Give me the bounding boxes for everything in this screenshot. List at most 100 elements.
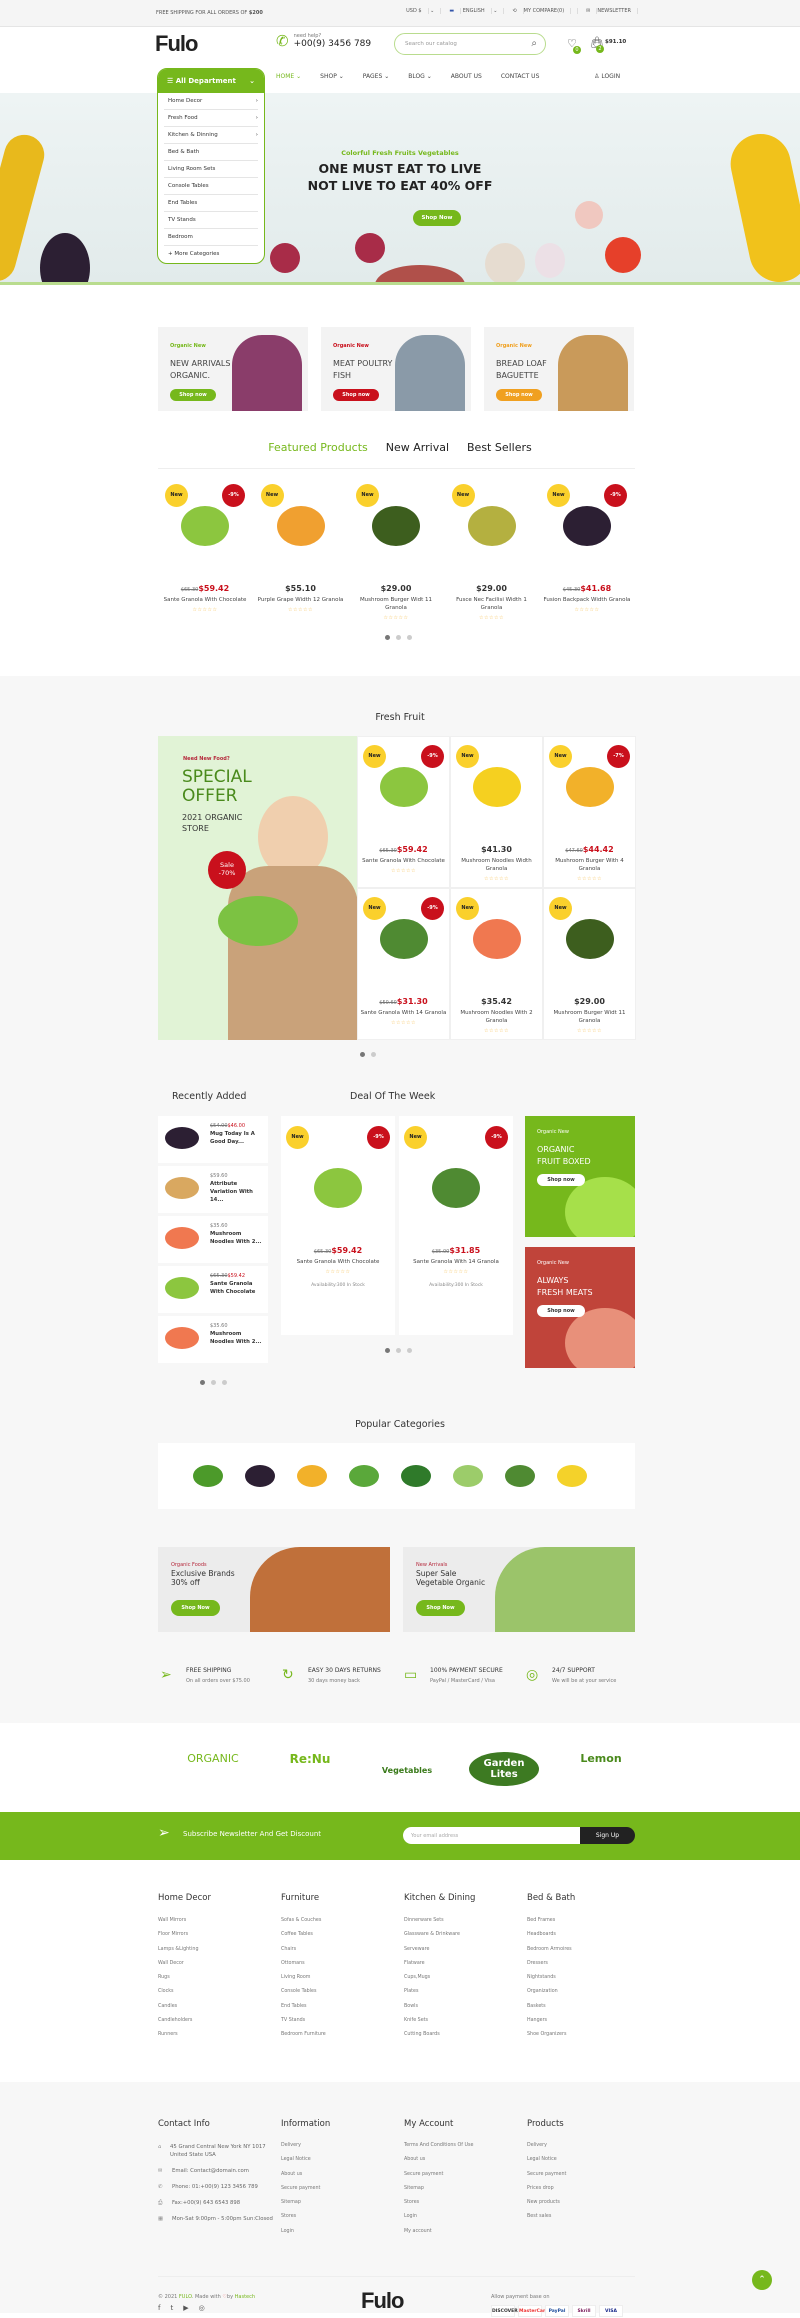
- nav-item[interactable]: HOME ⌄: [276, 73, 301, 80]
- carousel-dots[interactable]: [385, 635, 412, 640]
- wide-banner[interactable]: New Arrivals Super Sale Vegetable Organic…: [403, 1547, 635, 1632]
- carousel-dots[interactable]: [200, 1380, 227, 1385]
- product-name[interactable]: Mushroom Noodles With 2 Granola: [451, 1009, 542, 1025]
- footer-link[interactable]: Sitemap: [404, 2186, 473, 2200]
- product-name[interactable]: Mushroom Burger Widt 11 Granola: [351, 596, 441, 612]
- brand-link[interactable]: FULO: [179, 2294, 192, 2300]
- footer-link[interactable]: Wall Mirrors: [158, 1918, 211, 1932]
- product-name[interactable]: Sante Granola With Chocolate: [358, 857, 449, 865]
- wishlist-button[interactable]: ♡ 0: [567, 37, 581, 54]
- hero-shop-now-button[interactable]: Shop Now: [413, 210, 461, 226]
- footer-link[interactable]: Secure payment: [527, 2172, 566, 2186]
- nav-item[interactable]: BLOG ⌄: [408, 73, 432, 80]
- department-item[interactable]: + More Categories: [164, 246, 258, 263]
- youtube-icon[interactable]: ▶: [183, 2304, 188, 2312]
- footer-link[interactable]: Candleholders: [158, 2018, 211, 2032]
- product-card[interactable]: New -9% $45.30$41.68 Fusion Backpack Wid…: [542, 476, 632, 626]
- product-card[interactable]: New -9% $65.30$59.42 Sante Granola With …: [358, 737, 449, 887]
- footer-link[interactable]: Delivery: [281, 2143, 330, 2157]
- department-item[interactable]: Fresh Food ›: [164, 110, 258, 127]
- footer-link[interactable]: Headboards: [527, 1932, 575, 1946]
- category-herbs[interactable]: [401, 1465, 431, 1487]
- product-card[interactable]: New -7% $47.60$44.42 Mushroom Burger Wit…: [544, 737, 635, 887]
- footer-link[interactable]: About us: [404, 2157, 473, 2171]
- footer-link[interactable]: Login: [404, 2214, 473, 2228]
- product-name[interactable]: Fusion Backpack Width Granola: [542, 596, 632, 604]
- footer-link[interactable]: Bedroom Furniture: [281, 2032, 326, 2046]
- footer-link[interactable]: Legal Notice: [281, 2157, 330, 2171]
- product-card[interactable]: New $29.00 Fusce Nec Facilisi Width 1 Gr…: [447, 476, 537, 626]
- nav-item[interactable]: SHOP ⌄: [320, 73, 344, 80]
- shop-now-button[interactable]: Shop now: [537, 1305, 585, 1317]
- department-item[interactable]: Console Tables: [164, 178, 258, 195]
- category-broccoli[interactable]: [505, 1465, 535, 1487]
- product-name[interactable]: Mushroom Noodles Width Granola: [451, 857, 542, 873]
- category-mango[interactable]: [297, 1465, 327, 1487]
- footer-link[interactable]: Cutting Boards: [404, 2032, 475, 2046]
- product-name[interactable]: Sante Granola With 14 Granola: [399, 1258, 513, 1266]
- tab[interactable]: Featured Products: [268, 441, 368, 454]
- footer-link[interactable]: Rugs: [158, 1975, 211, 1989]
- footer-link[interactable]: Prices drop: [527, 2186, 566, 2200]
- footer-link[interactable]: Shoe Organizers: [527, 2032, 575, 2046]
- footer-link[interactable]: Chairs: [281, 1947, 326, 1961]
- product-name[interactable]: Sante Granola With 14 Granola: [358, 1009, 449, 1017]
- footer-link[interactable]: Dressers: [527, 1961, 575, 1975]
- brand-logo[interactable]: Vegetables: [372, 1752, 442, 1775]
- footer-link[interactable]: About us: [281, 2172, 330, 2186]
- footer-link[interactable]: Console Tables: [281, 1989, 326, 2003]
- tab[interactable]: Best Sellers: [467, 441, 532, 454]
- footer-link[interactable]: Bed Frames: [527, 1918, 575, 1932]
- shop-now-button[interactable]: Shop Now: [171, 1600, 220, 1616]
- footer-link[interactable]: Login: [281, 2229, 330, 2243]
- back-to-top-button[interactable]: ⌃: [752, 2270, 772, 2290]
- shop-now-button[interactable]: Shop Now: [416, 1600, 465, 1616]
- footer-link[interactable]: Delivery: [527, 2143, 566, 2157]
- footer-link[interactable]: Organization: [527, 1989, 575, 2003]
- product-name[interactable]: Mushroom Burger Widt 11 Granola: [544, 1009, 635, 1025]
- footer-link[interactable]: Lamps &Lighting: [158, 1947, 211, 1961]
- side-banner[interactable]: Organic New ORGANIC FRUIT BOXED Shop now: [525, 1116, 635, 1237]
- wide-banner[interactable]: Organic Foods Exclusive Brands 30% off Sh…: [158, 1547, 390, 1632]
- footer-link[interactable]: Sitemap: [281, 2200, 330, 2214]
- footer-link[interactable]: Hangers: [527, 2018, 575, 2032]
- brand-logo[interactable]: Re:Nu: [275, 1752, 345, 1766]
- promo-banner[interactable]: Organic New MEAT POULTRY FISH Shop now: [321, 327, 471, 411]
- product-card[interactable]: New $29.00 Mushroom Burger Widt 11 Grano…: [544, 889, 635, 1039]
- footer-link[interactable]: Stores: [404, 2200, 473, 2214]
- footer-link[interactable]: My account: [404, 2229, 473, 2243]
- carousel-dots[interactable]: [360, 1052, 376, 1057]
- shop-now-button[interactable]: Shop now: [333, 389, 379, 401]
- shop-now-button[interactable]: Shop now: [496, 389, 542, 401]
- promo-banner[interactable]: Organic New BREAD LOAF BAGUETTE Shop now: [484, 327, 634, 411]
- footer-link[interactable]: Ottomans: [281, 1961, 326, 1975]
- product-card[interactable]: New -9% $65.30$59.42 Sante Granola With …: [281, 1118, 395, 1333]
- search-icon[interactable]: ⌕: [531, 38, 537, 49]
- brand-logo[interactable]: Garden Lites: [469, 1752, 539, 1786]
- newsletter-link[interactable]: ✉ NEWSLETTER: [586, 8, 644, 14]
- nav-item[interactable]: CONTACT US: [501, 73, 540, 80]
- footer-link[interactable]: Nightstands: [527, 1975, 575, 1989]
- footer-link[interactable]: Cups,Mugs: [404, 1975, 475, 1989]
- department-item[interactable]: Bedroom: [164, 229, 258, 246]
- product-name[interactable]: Sante Granola With Chocolate: [160, 596, 250, 604]
- cart-button[interactable]: 👜︎ 2: [590, 36, 604, 53]
- footer-link[interactable]: End Tables: [281, 2004, 326, 2018]
- category-peas[interactable]: [349, 1465, 379, 1487]
- product-card[interactable]: New $35.42 Mushroom Noodles With 2 Grano…: [451, 889, 542, 1039]
- footer-link[interactable]: Coffee Tables: [281, 1932, 326, 1946]
- footer-link[interactable]: Stores: [281, 2214, 330, 2228]
- footer-link[interactable]: Bedroom Armoires: [527, 1947, 575, 1961]
- footer-link[interactable]: Bowls: [404, 2004, 475, 2018]
- department-item[interactable]: Kitchen & Dinning ›: [164, 127, 258, 144]
- footer-link[interactable]: Legal Notice: [527, 2157, 566, 2171]
- department-item[interactable]: Living Room Sets: [164, 161, 258, 178]
- side-banner[interactable]: Organic New ALWAYS FRESH MEATS Shop now: [525, 1247, 635, 1368]
- footer-link[interactable]: Serveware: [404, 1947, 475, 1961]
- category-eggplant[interactable]: [245, 1465, 275, 1487]
- department-item[interactable]: TV Stands: [164, 212, 258, 229]
- recent-item[interactable]: $54.00$46.00 Mug Today Is A Good Day...: [158, 1116, 268, 1163]
- footer-link[interactable]: Living Room: [281, 1975, 326, 1989]
- footer-link[interactable]: Best sales: [527, 2214, 566, 2228]
- footer-link[interactable]: Terms And Conditions Of Use: [404, 2143, 473, 2157]
